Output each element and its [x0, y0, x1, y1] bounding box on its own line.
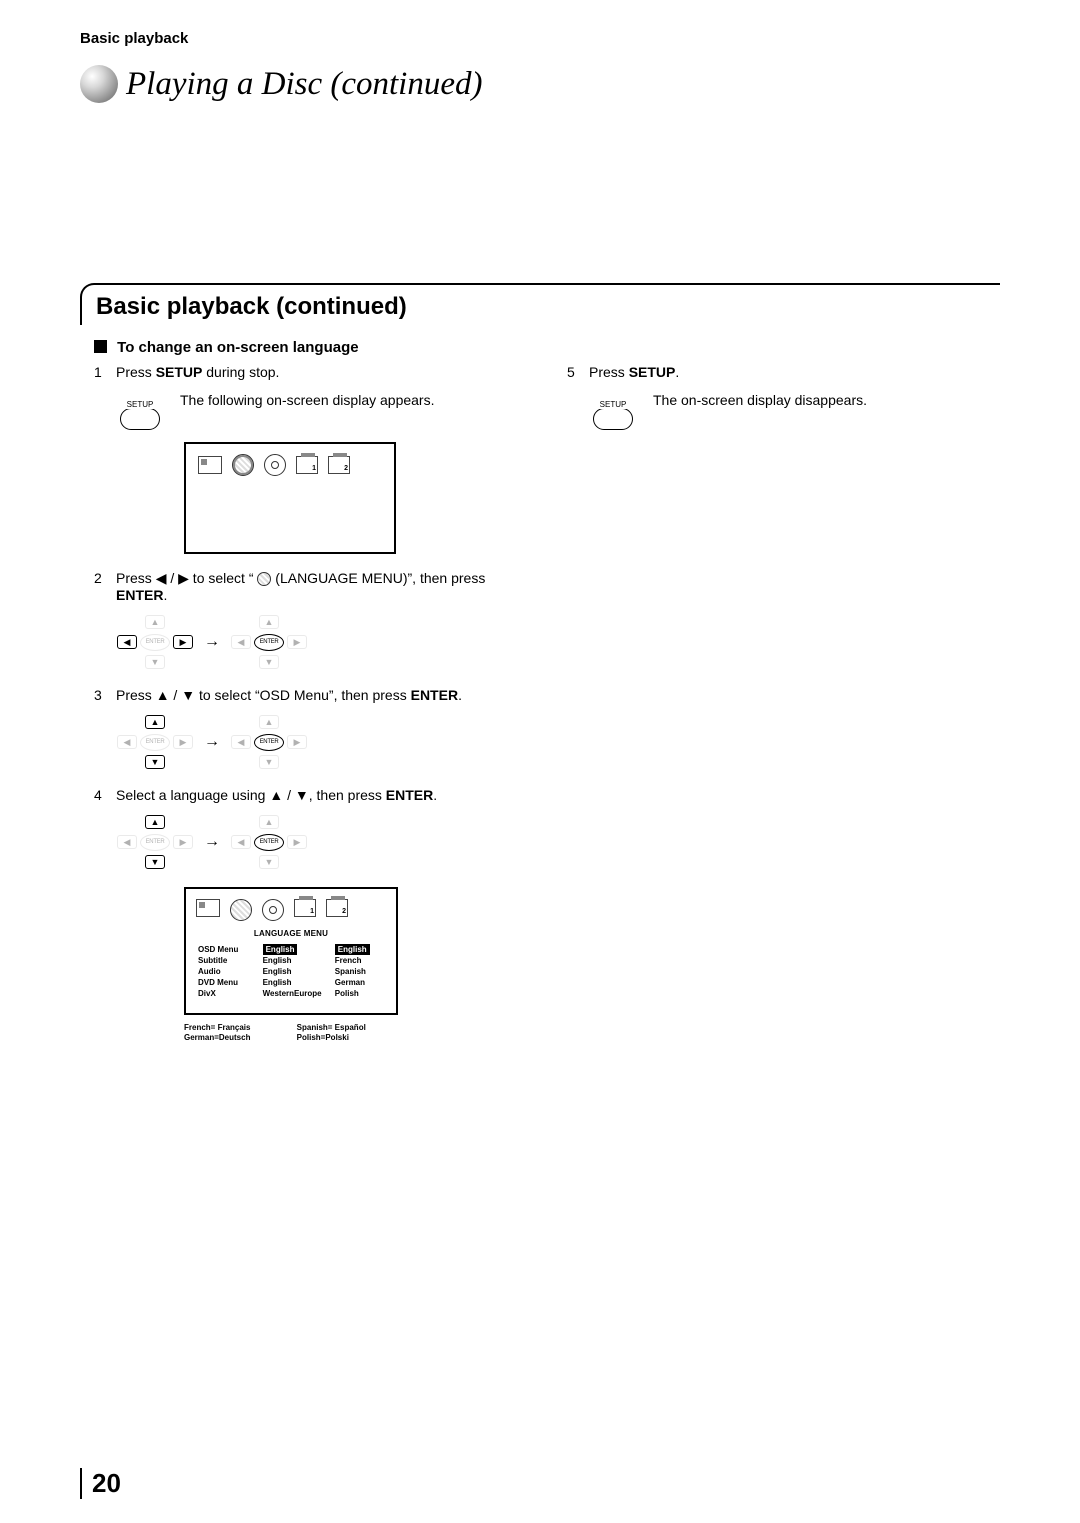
left-arrow-button: ◀: [117, 635, 137, 649]
section-title-bar: Basic playback (continued): [80, 283, 1000, 325]
dpad-up-down-enter: ▲ ◀ ENTER ▶ ▼ → ▲ ◀ ENTER ▶ ▼: [116, 713, 527, 771]
right-arrow-button: ▶: [173, 635, 193, 649]
setup-button-label: SETUP: [125, 400, 156, 409]
right-arrow-button: ▶: [173, 835, 193, 849]
page-number: 20: [80, 1468, 121, 1499]
enter-button: ENTER: [140, 634, 170, 651]
left-arrow-button: ◀: [231, 635, 251, 649]
bullet-square-icon: [94, 340, 107, 353]
setup-button-label: SETUP: [598, 400, 629, 409]
setup-remote-button: SETUP: [116, 392, 164, 430]
language-globe-icon: [230, 899, 252, 921]
language-menu-panel: 1 2 LANGUAGE MENU OSD MenuEnglishEnglish…: [184, 887, 398, 1015]
setup-1-icon: 1: [294, 899, 316, 917]
running-header: Basic playback: [80, 30, 1000, 47]
setup-caption-2: The on-screen display disappears.: [653, 392, 867, 408]
right-arrow-button: ▶: [173, 735, 193, 749]
language-menu-table: OSD MenuEnglishEnglish SubtitleEnglishFr…: [196, 944, 386, 999]
table-row: SubtitleEnglishFrench: [196, 955, 386, 966]
right-arrow-button: ▶: [287, 835, 307, 849]
up-arrow-button: ▲: [145, 815, 165, 829]
language-notes: French= Français Spanish= Español German…: [184, 1023, 398, 1042]
language-menu-title: LANGUAGE MENU: [196, 929, 386, 938]
down-arrow-button: ▼: [145, 655, 165, 669]
sequence-arrow-icon: →: [204, 633, 220, 651]
down-arrow-button: ▼: [259, 755, 279, 769]
sub-heading: To change an on-screen language: [94, 339, 1000, 356]
down-arrow-icon: ▼: [181, 687, 195, 703]
language-globe-icon: [257, 572, 271, 586]
left-arrow-button: ◀: [231, 735, 251, 749]
setup-2-icon: 2: [328, 456, 350, 474]
up-arrow-icon: ▲: [156, 687, 170, 703]
up-arrow-button: ▲: [145, 715, 165, 729]
table-row: DVD MenuEnglishGerman: [196, 977, 386, 988]
enter-button: ENTER: [254, 834, 284, 851]
down-arrow-button: ▼: [145, 755, 165, 769]
table-row: OSD MenuEnglishEnglish: [196, 944, 386, 955]
dpad-up-down-enter-2: ▲ ◀ ENTER ▶ ▼ → ▲ ◀ ENTER ▶ ▼: [116, 813, 527, 871]
sphere-ornament: [80, 65, 118, 103]
picture-icon: [196, 899, 220, 917]
table-row: DivXWesternEuropePolish: [196, 988, 386, 999]
left-arrow-button: ◀: [231, 835, 251, 849]
setup-2-icon: 2: [326, 899, 348, 917]
down-arrow-icon: ▼: [295, 787, 309, 803]
up-arrow-button: ▲: [259, 815, 279, 829]
enter-button: ENTER: [254, 634, 284, 651]
step-3: 3 Press ▲ / ▼ to select “OSD Menu”, then…: [94, 687, 527, 703]
sequence-arrow-icon: →: [204, 833, 220, 851]
setup-remote-button: SETUP: [589, 392, 637, 430]
enter-button: ENTER: [140, 834, 170, 851]
right-column: 5 Press SETUP. SETUP The on-screen displ…: [567, 364, 1000, 1042]
section-title: Basic playback (continued): [96, 293, 407, 321]
table-row: AudioEnglishSpanish: [196, 966, 386, 977]
enter-button: ENTER: [140, 734, 170, 751]
picture-icon: [198, 456, 222, 474]
step-4: 4 Select a language using ▲ / ▼, then pr…: [94, 787, 527, 803]
step-1: 1 Press SETUP during stop.: [94, 364, 527, 380]
dpad-left-right-enter: ▲ ◀ ENTER ▶ ▼ → ▲ ◀ ENTER ▶ ▼: [116, 613, 527, 671]
down-arrow-button: ▼: [145, 855, 165, 869]
left-arrow-button: ◀: [117, 735, 137, 749]
right-arrow-button: ▶: [287, 635, 307, 649]
step-5: 5 Press SETUP.: [567, 364, 1000, 380]
right-arrow-icon: ▶: [178, 570, 189, 586]
language-globe-icon: [232, 454, 254, 476]
left-arrow-icon: ◀: [156, 570, 167, 586]
osd-preview-box: 1 2: [184, 442, 396, 554]
right-arrow-button: ▶: [287, 735, 307, 749]
down-arrow-button: ▼: [259, 855, 279, 869]
left-arrow-button: ◀: [117, 835, 137, 849]
up-arrow-icon: ▲: [269, 787, 283, 803]
enter-button: ENTER: [254, 734, 284, 751]
setup-1-icon: 1: [296, 456, 318, 474]
up-arrow-button: ▲: [259, 715, 279, 729]
up-arrow-button: ▲: [259, 615, 279, 629]
left-column: 1 Press SETUP during stop. SETUP The fol…: [94, 364, 527, 1042]
page-title: Playing a Disc (continued): [126, 66, 483, 103]
disc-icon: [264, 454, 286, 476]
up-arrow-button: ▲: [145, 615, 165, 629]
down-arrow-button: ▼: [259, 655, 279, 669]
setup-caption: The following on-screen display appears.: [180, 392, 434, 408]
sequence-arrow-icon: →: [204, 733, 220, 751]
disc-icon: [262, 899, 284, 921]
step-2: 2 Press ◀ / ▶ to select “ (LANGUAGE MENU…: [94, 570, 527, 603]
